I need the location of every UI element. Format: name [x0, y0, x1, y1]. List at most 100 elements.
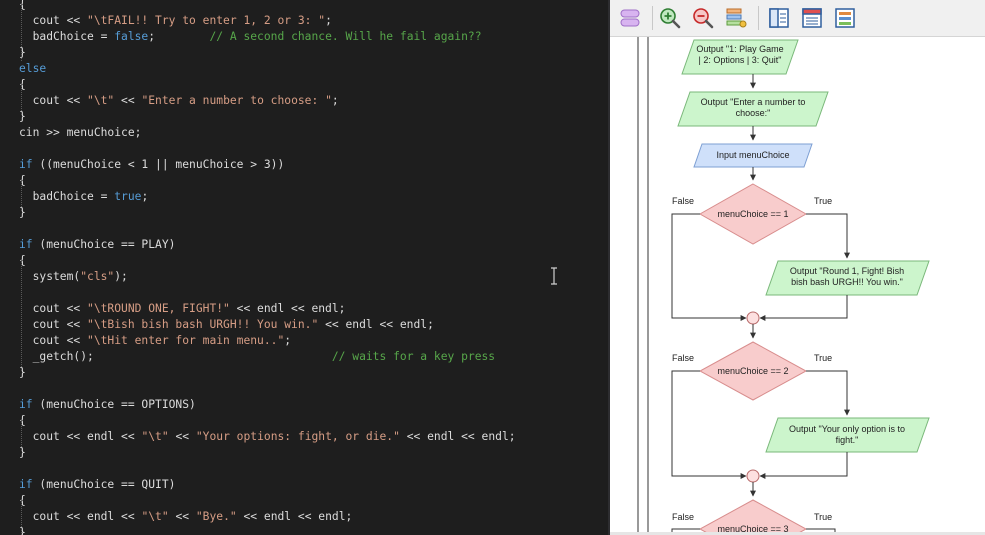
code-line: cin >> menuChoice; — [19, 125, 141, 141]
zoom-out-icon[interactable] — [691, 6, 715, 30]
decision-1-text: menuChoice == 1 — [717, 209, 788, 219]
code-line: cout << "\t" << "Enter a number to choos… — [19, 93, 339, 109]
code-token: "\tHit enter for main menu.." — [87, 334, 285, 347]
code-line: if (menuChoice == QUIT) — [19, 477, 175, 493]
code-token: "\tBish bish bash URGH!! You win." — [87, 318, 319, 331]
indent-guide — [21, 3, 22, 61]
code-token: "cls" — [80, 270, 115, 283]
code-token: ; — [141, 190, 149, 203]
flowchart-pane: Output "1: Play Game | 2: Options | 3: Qu… — [610, 0, 985, 535]
code-line: badChoice = false; // A second chance. W… — [19, 29, 482, 45]
code-token: cout << endl << — [19, 430, 142, 443]
output-round-node[interactable]: Output "Round 1, Fight! Bish bish bash UR… — [765, 260, 930, 296]
output-round-text: Output "Round 1, Fight! Bish bish bash UR… — [790, 266, 904, 287]
decision-2-node[interactable]: menuChoice == 2 — [698, 341, 808, 401]
code-line: cout << endl << "\t" << "Your options: f… — [19, 429, 516, 445]
code-editor[interactable]: { cout << "\tFAIL!! Try to enter 1, 2 or… — [0, 0, 608, 535]
output-menu-node[interactable]: Output "1: Play Game | 2: Options | 3: Qu… — [681, 39, 799, 75]
false-label: False — [672, 353, 694, 363]
code-line: _getch(); // waits for a key press — [19, 349, 496, 365]
code-token: cout << — [19, 318, 88, 331]
code-token: cout << — [19, 94, 88, 107]
code-token: "Bye." — [195, 510, 237, 523]
decision-2-text: menuChoice == 2 — [717, 366, 788, 376]
loop-bracket — [637, 37, 649, 535]
code-token: cout << — [19, 334, 88, 347]
code-token: "Your options: fight, or die." — [195, 430, 400, 443]
code-token: << endl << endl; — [229, 302, 346, 315]
flowchart-canvas[interactable]: Output "1: Play Game | 2: Options | 3: Qu… — [610, 37, 985, 535]
false-label: False — [672, 512, 694, 522]
text-cursor-icon — [551, 267, 557, 285]
output-menu-text: Output "1: Play Game | 2: Options | 3: Qu… — [696, 44, 783, 65]
code-token: "\t" — [141, 510, 169, 523]
code-token: if — [19, 238, 33, 251]
layout-top-icon[interactable] — [800, 6, 824, 30]
false-label: False — [672, 196, 694, 206]
indent-guide — [21, 259, 22, 371]
code-token: false — [114, 30, 149, 43]
code-token: (menuChoice == PLAY) — [32, 238, 176, 251]
code-token: (menuChoice == OPTIONS) — [32, 398, 196, 411]
merge-node — [746, 469, 760, 483]
shapes-icon[interactable] — [618, 6, 642, 30]
toolbar-separator — [758, 6, 759, 30]
indent-guide — [21, 419, 22, 451]
code-token: ; — [325, 14, 332, 27]
flowchart-toolbar — [610, 0, 985, 37]
code-token: "Enter a number to choose: " — [141, 94, 332, 107]
input-node[interactable]: Input menuChoice — [693, 143, 813, 168]
true-path — [806, 213, 850, 259]
connector-arrow — [759, 295, 848, 321]
code-token: ; — [331, 94, 339, 107]
code-token: << — [168, 430, 196, 443]
zoom-in-icon[interactable] — [658, 6, 682, 30]
input-text: Input menuChoice — [716, 150, 789, 160]
code-token: if — [19, 478, 33, 491]
code-line: badChoice = true; — [19, 189, 149, 205]
code-token: cin >> menuChoice; — [19, 126, 142, 139]
code-line: cout << "\tROUND ONE, FIGHT!" << endl <<… — [19, 301, 346, 317]
code-token: if — [19, 398, 33, 411]
code-token: ; — [284, 334, 292, 347]
connector-arrow — [759, 452, 848, 479]
code-line: cout << endl << "\t" << "Bye." << endl <… — [19, 509, 353, 525]
indent-guide — [21, 179, 22, 211]
true-path — [806, 370, 850, 416]
layers-icon[interactable] — [724, 6, 748, 30]
decision-3-node[interactable]: menuChoice == 3 — [698, 499, 808, 535]
code-token: badChoice = — [19, 30, 115, 43]
code-token: "\tROUND ONE, FIGHT!" — [87, 302, 230, 315]
code-token: "\t" — [87, 94, 115, 107]
code-token: _getch(); — [19, 350, 332, 363]
indent-guide — [21, 499, 22, 535]
decision-1-node[interactable]: menuChoice == 1 — [698, 183, 808, 245]
code-token: ((menuChoice < 1 || menuChoice > 3)) — [32, 158, 285, 171]
indent-guide — [21, 83, 22, 115]
true-label: True — [814, 353, 832, 363]
code-token: // A second chance. Will he fail again?? — [209, 30, 482, 43]
merge-node — [746, 311, 760, 325]
code-token: badChoice = — [19, 190, 115, 203]
layout-split-icon[interactable] — [767, 6, 791, 30]
code-token: true — [114, 190, 142, 203]
code-token: << endl << endl; — [399, 430, 516, 443]
output-options-node[interactable]: Output "Your only option is to fight." — [765, 417, 930, 453]
code-token: // waits for a key press — [331, 350, 496, 363]
output-prompt-node[interactable]: Output "Enter a number to choose:" — [677, 91, 829, 127]
code-token: system( — [19, 270, 81, 283]
code-line: system("cls"); — [19, 269, 128, 285]
code-token: if — [19, 158, 33, 171]
code-token: "\t" — [141, 430, 169, 443]
code-token: else — [19, 62, 47, 75]
code-line: cout << "\tBish bish bash URGH!! You win… — [19, 317, 434, 333]
code-line: cout << "\tFAIL!! Try to enter 1, 2 or 3… — [19, 13, 332, 29]
code-token: << — [168, 510, 196, 523]
layout-list-icon[interactable] — [833, 6, 857, 30]
code-token: ; — [148, 30, 210, 43]
code-token: cout << — [19, 14, 88, 27]
code-token: << endl << endl; — [236, 510, 353, 523]
code-token: (menuChoice == QUIT) — [32, 478, 176, 491]
code-token: << — [114, 94, 142, 107]
code-token: cout << endl << — [19, 510, 142, 523]
